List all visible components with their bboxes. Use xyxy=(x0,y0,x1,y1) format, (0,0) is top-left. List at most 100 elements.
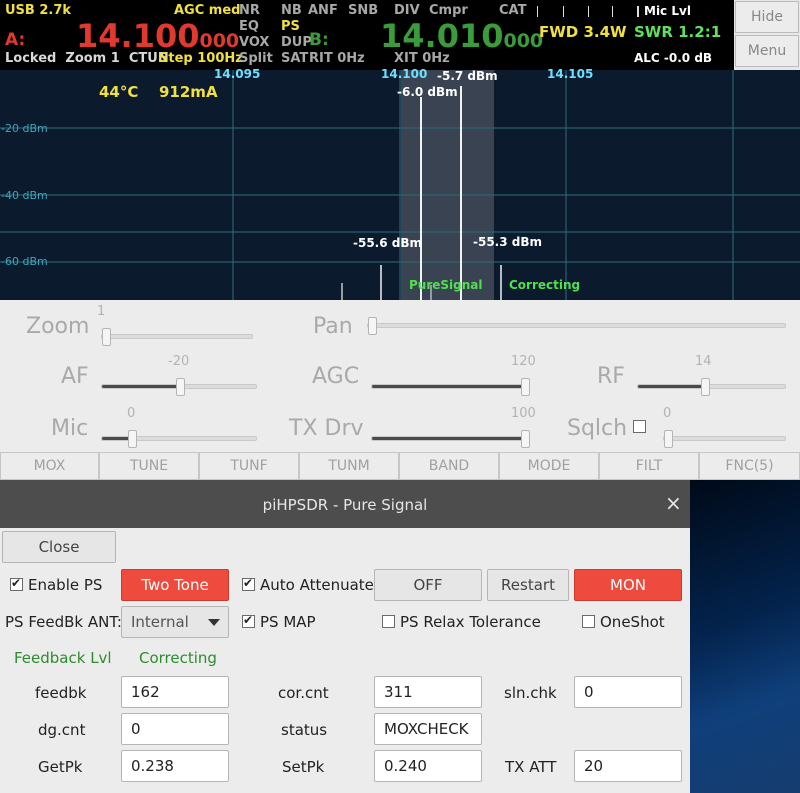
dgcnt-field[interactable]: 0 xyxy=(121,713,229,745)
correcting-status: Correcting xyxy=(139,649,217,667)
txdrv-value: 100 xyxy=(511,406,536,421)
txdrv-slider-thumb[interactable] xyxy=(521,430,530,448)
agc-slider-thumb[interactable] xyxy=(521,378,530,396)
off-button[interactable]: OFF xyxy=(374,569,482,601)
zoom-slider-thumb[interactable] xyxy=(102,328,111,346)
rf-slider-thumb[interactable] xyxy=(701,378,710,396)
vfo-a-frequency[interactable]: 14.100000 xyxy=(76,20,239,52)
peak-label-imd-right: -55.3 dBm xyxy=(473,235,543,249)
getpk-label: GetPk xyxy=(38,758,83,776)
slider-panel: Zoom 1 Pan AF -20 AGC 120 RF 14 Mic 0 TX… xyxy=(0,300,800,452)
pan-slider[interactable] xyxy=(367,317,786,335)
div-label[interactable]: DIV xyxy=(394,4,420,17)
feedbk-ant-value: Internal xyxy=(131,613,189,631)
panadapter[interactable]: 14.095 14.100 14.105 -20 dBm -40 dBm -60… xyxy=(0,67,800,300)
zoom-slider[interactable] xyxy=(101,328,253,346)
current-readout: 912mA xyxy=(159,83,218,101)
ps-map-label: PS MAP xyxy=(260,613,316,631)
ps-map-checkbox[interactable] xyxy=(242,613,255,628)
rf-slider[interactable] xyxy=(637,378,786,396)
restart-button[interactable]: Restart xyxy=(487,569,569,601)
feedbk-ant-select[interactable]: Internal xyxy=(121,606,229,638)
status-label: status xyxy=(281,721,328,739)
anf-label[interactable]: ANF xyxy=(308,4,338,17)
ps-relax-label: PS Relax Tolerance xyxy=(400,613,541,631)
step-label[interactable]: Step 100Hz xyxy=(159,52,243,65)
grid xyxy=(0,70,800,300)
feedback-level-status: Feedback Lvl xyxy=(14,649,112,667)
split-label[interactable]: Split xyxy=(239,52,273,65)
tune-button[interactable]: TUNE xyxy=(99,452,199,480)
freq-label-14100: 14.100 xyxy=(381,67,428,81)
pure-signal-dialog: piHPSDR - Pure Signal × Close Enable PS … xyxy=(0,480,690,793)
mic-meter-tick xyxy=(637,6,639,17)
ps-label[interactable]: PS xyxy=(281,20,300,33)
peak-label-imd-left: -55.6 dBm xyxy=(353,236,423,250)
swr-value: SWR 1.2:1 xyxy=(634,23,722,41)
vfo-b-hz: 000 xyxy=(503,30,544,52)
rit-label[interactable]: RIT 0Hz xyxy=(309,52,365,65)
function-key-bar: MOX TUNE TUNF TUNM BAND MODE FILT FNC(5) xyxy=(0,452,800,480)
menu-button[interactable]: Menu xyxy=(735,35,799,67)
snb-label[interactable]: SNB xyxy=(348,4,378,17)
vox-label[interactable]: VOX xyxy=(239,36,269,49)
setpk-field[interactable]: 0.240 xyxy=(374,750,482,782)
sat-label[interactable]: SAT xyxy=(281,52,308,65)
mon-button[interactable]: MON xyxy=(574,569,682,601)
af-slider-thumb[interactable] xyxy=(176,378,185,396)
mox-button[interactable]: MOX xyxy=(0,452,99,480)
dialog-titlebar[interactable]: piHPSDR - Pure Signal xyxy=(0,480,690,528)
fnc-button[interactable]: FNC(5) xyxy=(699,452,800,480)
nr-label[interactable]: NR xyxy=(239,4,260,17)
af-slider-fill xyxy=(102,385,180,388)
two-tone-button[interactable]: Two Tone xyxy=(121,569,229,601)
desktop-background xyxy=(690,480,800,793)
pan-label: Pan xyxy=(313,314,353,339)
auto-attenuate-checkbox[interactable] xyxy=(242,576,255,591)
vfo-a-mhz: 14.100 xyxy=(76,17,200,55)
filt-button[interactable]: FILT xyxy=(599,452,699,480)
db-label-20: -20 dBm xyxy=(1,122,48,135)
oneshot-checkbox[interactable] xyxy=(582,615,595,628)
vfo-b-frequency[interactable]: 14.010000 xyxy=(380,20,543,52)
mode-label[interactable]: USB 2.7k xyxy=(5,4,71,17)
mode-button[interactable]: MODE xyxy=(499,452,599,480)
sqlch-slider[interactable] xyxy=(663,430,786,448)
xit-label[interactable]: XIT 0Hz xyxy=(394,52,450,65)
db-label-60: -60 dBm xyxy=(1,255,48,268)
tunm-button[interactable]: TUNM xyxy=(299,452,399,480)
getpk-field[interactable]: 0.238 xyxy=(121,750,229,782)
sqlch-slider-thumb[interactable] xyxy=(664,430,673,448)
sqlch-checkbox[interactable] xyxy=(633,420,646,433)
status-field[interactable]: MOXCHECK xyxy=(374,713,482,745)
af-slider[interactable] xyxy=(101,378,257,396)
peak-label-main-right: -5.7 dBm xyxy=(437,69,498,83)
dup-label[interactable]: DUP xyxy=(281,36,312,49)
cat-label[interactable]: CAT xyxy=(499,4,526,17)
nb-label[interactable]: NB xyxy=(281,4,302,17)
temperature-readout: 44°C xyxy=(99,83,139,101)
ps-relax-checkbox[interactable] xyxy=(382,615,395,628)
eq-label[interactable]: EQ xyxy=(239,20,259,33)
tunf-button[interactable]: TUNF xyxy=(199,452,299,480)
hide-button[interactable]: Hide xyxy=(735,1,799,33)
close-button[interactable]: Close xyxy=(2,531,116,563)
agc-label[interactable]: AGC med xyxy=(174,4,240,17)
agc-slider[interactable] xyxy=(371,378,530,396)
close-icon[interactable]: × xyxy=(665,493,682,513)
rf-value: 14 xyxy=(695,354,712,369)
txdrv-slider[interactable] xyxy=(371,430,530,448)
enable-ps-checkbox[interactable] xyxy=(10,576,23,591)
mic-slider[interactable] xyxy=(101,430,257,448)
mic-slider-thumb[interactable] xyxy=(128,430,137,448)
corcnt-label: cor.cnt xyxy=(278,684,329,702)
feedbk-field[interactable]: 162 xyxy=(121,676,229,708)
cmpr-label[interactable]: Cmpr xyxy=(429,4,468,17)
pan-slider-thumb[interactable] xyxy=(368,317,377,335)
txatt-field[interactable]: 20 xyxy=(574,750,682,782)
band-button[interactable]: BAND xyxy=(399,452,499,480)
slnchk-field[interactable]: 0 xyxy=(574,676,682,708)
corcnt-field[interactable]: 311 xyxy=(374,676,482,708)
fwd-power: FWD 3.4W xyxy=(539,23,627,41)
sqlch-label: Sqlch xyxy=(567,416,628,441)
